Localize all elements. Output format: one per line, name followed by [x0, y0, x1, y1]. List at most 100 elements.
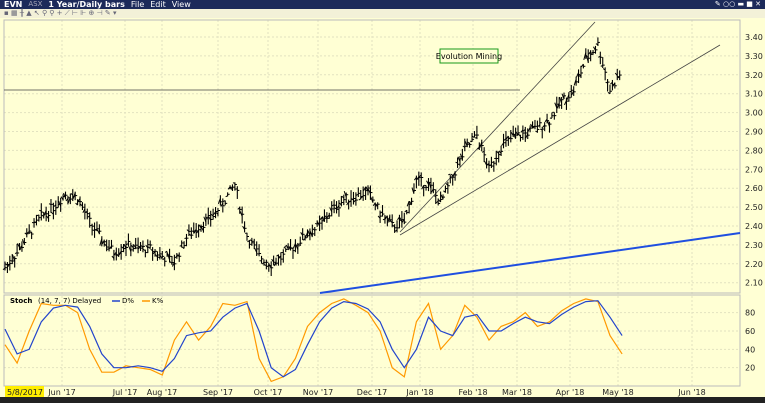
price-bar — [343, 190, 349, 203]
price-bar — [612, 82, 617, 89]
time-tick: Oct '17 — [254, 388, 283, 397]
price-bar — [186, 224, 191, 236]
price-bar — [203, 213, 208, 226]
price-bar — [503, 131, 508, 147]
price-bar — [598, 51, 603, 65]
price-bar — [404, 209, 409, 215]
price-bar — [72, 191, 78, 201]
price-tick: 2.30 — [745, 241, 763, 250]
price-bar — [356, 187, 361, 198]
price-bar — [440, 194, 446, 200]
price-bar — [348, 190, 354, 207]
start-date: 5/8/2017 — [7, 388, 43, 397]
price-bar — [435, 198, 441, 206]
price-bar — [329, 201, 334, 217]
price-bar — [443, 185, 448, 193]
price-bar — [607, 84, 612, 95]
price-bar — [372, 202, 378, 211]
price-bar — [559, 96, 564, 109]
price-bar — [242, 221, 247, 233]
time-tick: Jan '18 — [405, 388, 433, 397]
price-bar — [448, 173, 453, 184]
price-bar — [474, 125, 479, 140]
price-bar — [537, 117, 542, 128]
price-bar — [34, 214, 39, 226]
price-bar — [7, 255, 12, 271]
price-bar — [259, 255, 264, 264]
price-bar — [563, 97, 569, 110]
price-bar — [99, 236, 104, 247]
price-bar — [210, 208, 216, 220]
price-bar — [573, 76, 579, 86]
time-tick: Jun '17 — [47, 388, 75, 397]
price-bar — [162, 257, 167, 267]
stoch-label: Stoch — [10, 297, 32, 305]
price-tick: 3.40 — [745, 33, 763, 42]
price-bar — [92, 222, 97, 238]
k-legend-label: K% — [152, 297, 164, 305]
price-bar — [450, 173, 455, 186]
price-bar — [189, 227, 194, 239]
price-bar — [515, 125, 521, 136]
price-bar — [56, 196, 61, 209]
price-bar — [159, 251, 165, 260]
price-bar — [281, 249, 286, 263]
price-chart[interactable]: 3.40 3.30 3.20 3.10 3.00 2.90 2.80 2.70 2.60 2.50… — [0, 0, 765, 403]
price-bar — [522, 126, 528, 142]
price-bar — [481, 147, 487, 163]
price-bar — [206, 207, 211, 225]
price-bar — [370, 196, 375, 203]
price-bar — [401, 212, 407, 225]
price-tick: 2.10 — [745, 279, 763, 288]
time-tick: Aug '17 — [147, 388, 178, 397]
price-bar — [215, 207, 220, 217]
price-bar — [394, 220, 400, 233]
price-tick: 2.60 — [745, 184, 763, 193]
annotation-text: Evolution Mining — [436, 52, 502, 61]
price-bar — [230, 184, 235, 191]
price-bar — [595, 37, 600, 47]
price-bar — [549, 112, 554, 119]
price-bar — [324, 212, 329, 223]
price-bar — [358, 189, 363, 201]
price-bar — [617, 70, 622, 81]
price-bar — [235, 186, 240, 199]
stoch-tick: 20 — [745, 364, 755, 373]
price-tick: 3.10 — [745, 90, 763, 99]
d-legend-label: D% — [122, 297, 134, 305]
status-bar — [0, 397, 765, 403]
price-bar — [571, 86, 576, 96]
price-bar — [143, 248, 148, 258]
price-bar — [184, 233, 189, 247]
channel-lower-line[interactable] — [399, 44, 721, 236]
price-bar — [21, 237, 27, 246]
price-tick: 2.90 — [745, 128, 763, 137]
price-bar — [399, 211, 404, 228]
time-tick: Sep '17 — [203, 388, 233, 397]
price-bar — [351, 191, 356, 205]
stoch-tick: 80 — [745, 309, 755, 318]
stoch-tick: 60 — [745, 327, 755, 336]
time-tick: Feb '18 — [458, 388, 487, 397]
stoch-legend[interactable]: Stoch (14, 7, 7) Delayed D% K% — [10, 297, 164, 305]
price-bar — [111, 249, 116, 261]
price-bar — [167, 248, 172, 263]
price-bar — [501, 133, 506, 149]
price-bar — [309, 224, 315, 238]
price-bar — [600, 57, 605, 69]
price-bar — [278, 252, 283, 266]
price-bar — [467, 141, 472, 148]
price-tick: 2.80 — [745, 146, 763, 155]
price-bar — [80, 202, 85, 211]
price-bar — [505, 135, 511, 146]
blue-trend-line[interactable] — [319, 232, 741, 294]
price-bar — [109, 239, 114, 249]
price-bar — [336, 200, 341, 217]
price-bar — [46, 210, 51, 222]
price-bar — [252, 238, 257, 250]
stoch-params: (14, 7, 7) Delayed — [38, 297, 101, 305]
price-bar — [113, 247, 119, 261]
stoch-tick: 40 — [745, 345, 755, 354]
price-bar — [331, 199, 337, 214]
price-bar — [106, 239, 112, 252]
